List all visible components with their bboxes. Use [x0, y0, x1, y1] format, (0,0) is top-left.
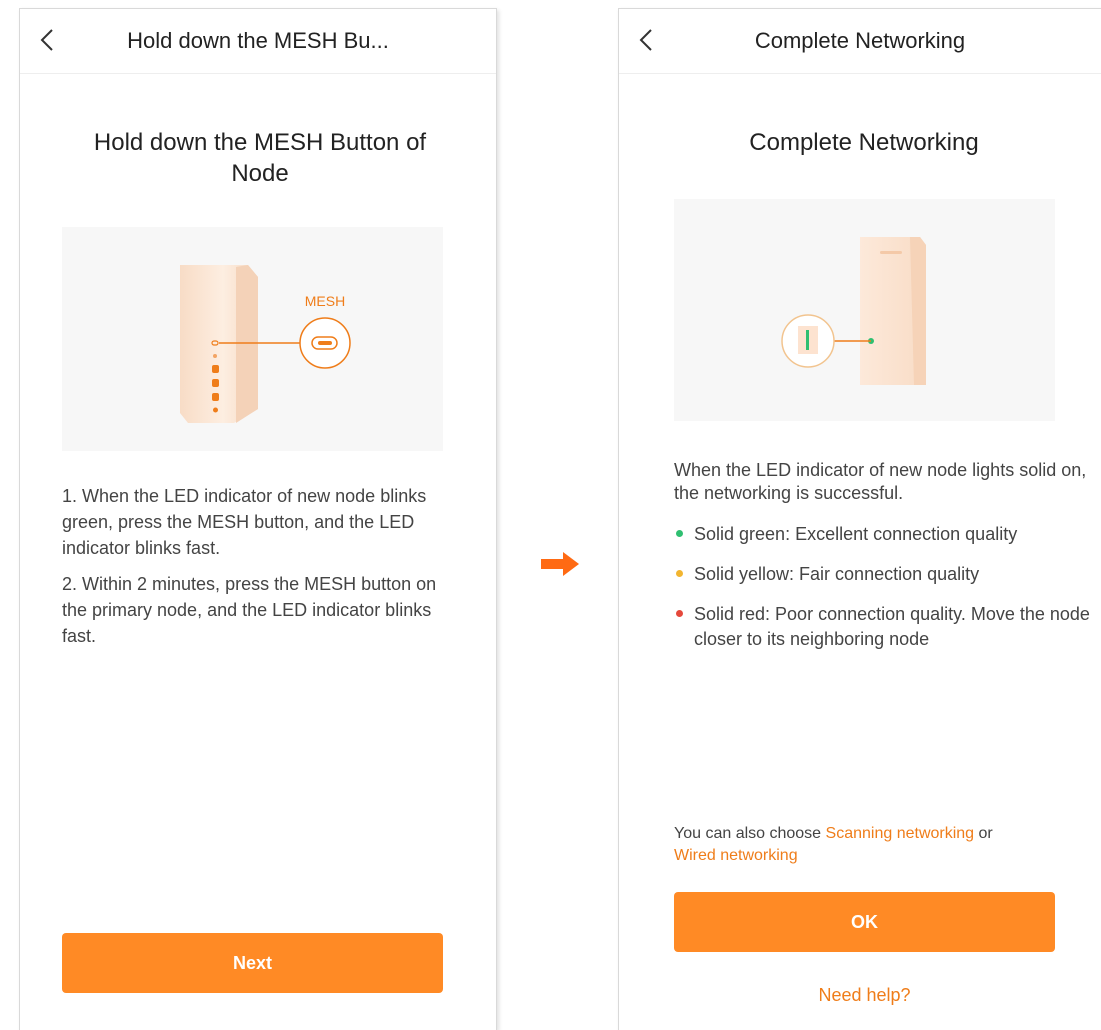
back-button[interactable]: [32, 23, 62, 57]
scanning-networking-link[interactable]: Scanning networking: [826, 825, 975, 842]
instructions: 1. When the LED indicator of new node bl…: [62, 483, 462, 660]
nav-title: Hold down the MESH Bu...: [127, 28, 389, 53]
node-illustration: [674, 199, 1055, 421]
alt-mid: or: [974, 825, 993, 842]
chevron-left-icon: [639, 29, 652, 51]
bullet-green: Solid green: Excellent connection qualit…: [674, 522, 1094, 546]
nav-bar: Hold down the MESH Bu...: [20, 9, 496, 74]
next-button[interactable]: Next: [62, 933, 443, 993]
nav-title: Complete Networking: [754, 28, 966, 53]
ok-button[interactable]: OK: [674, 892, 1055, 952]
yellow-dot-icon: [676, 570, 683, 578]
page-heading: Hold down the MESH Button of Node: [93, 129, 427, 188]
nav-bar: Complete Networking: [619, 9, 1101, 74]
bullet-text: Solid green: Excellent connection qualit…: [694, 523, 1018, 544]
result-description: When the LED indicator of new node light…: [674, 459, 1094, 651]
green-dot-icon: [676, 529, 683, 537]
node-led-graphic: [781, 237, 926, 385]
bullet-red: Solid red: Poor connection quality. Move…: [674, 602, 1094, 651]
intro-text: When the LED indicator of new node light…: [674, 460, 1087, 504]
led-status-list: Solid green: Excellent connection qualit…: [674, 522, 1094, 651]
router-mesh-button-graphic: MESH: [180, 265, 351, 423]
red-dot-icon: [676, 610, 683, 618]
complete-networking-screen: Complete Networking Complete Networking …: [618, 8, 1101, 1030]
page-heading: Complete Networking: [749, 129, 979, 156]
bullet-yellow: Solid yellow: Fair connection quality: [674, 562, 1094, 586]
chevron-left-icon: [40, 29, 53, 51]
alternative-methods: You can also choose Scanning networking …: [674, 823, 1074, 866]
step-1: 1. When the LED indicator of new node bl…: [62, 486, 427, 559]
router-illustration: MESH: [62, 227, 443, 451]
mesh-button-screen: Hold down the MESH Bu... Hold down the M…: [19, 8, 497, 1030]
bullet-text: Solid red: Poor connection quality. Move…: [694, 604, 1090, 649]
wired-networking-link[interactable]: Wired networking: [674, 847, 798, 864]
step-2: 2. Within 2 minutes, press the MESH butt…: [62, 574, 437, 647]
back-button[interactable]: [631, 23, 661, 57]
need-help-link[interactable]: Need help?: [674, 985, 1055, 1006]
bullet-text: Solid yellow: Fair connection quality: [694, 564, 980, 585]
mesh-label: MESH: [305, 293, 345, 309]
arrow-right-icon: [541, 552, 579, 576]
alt-prefix: You can also choose: [674, 825, 826, 842]
